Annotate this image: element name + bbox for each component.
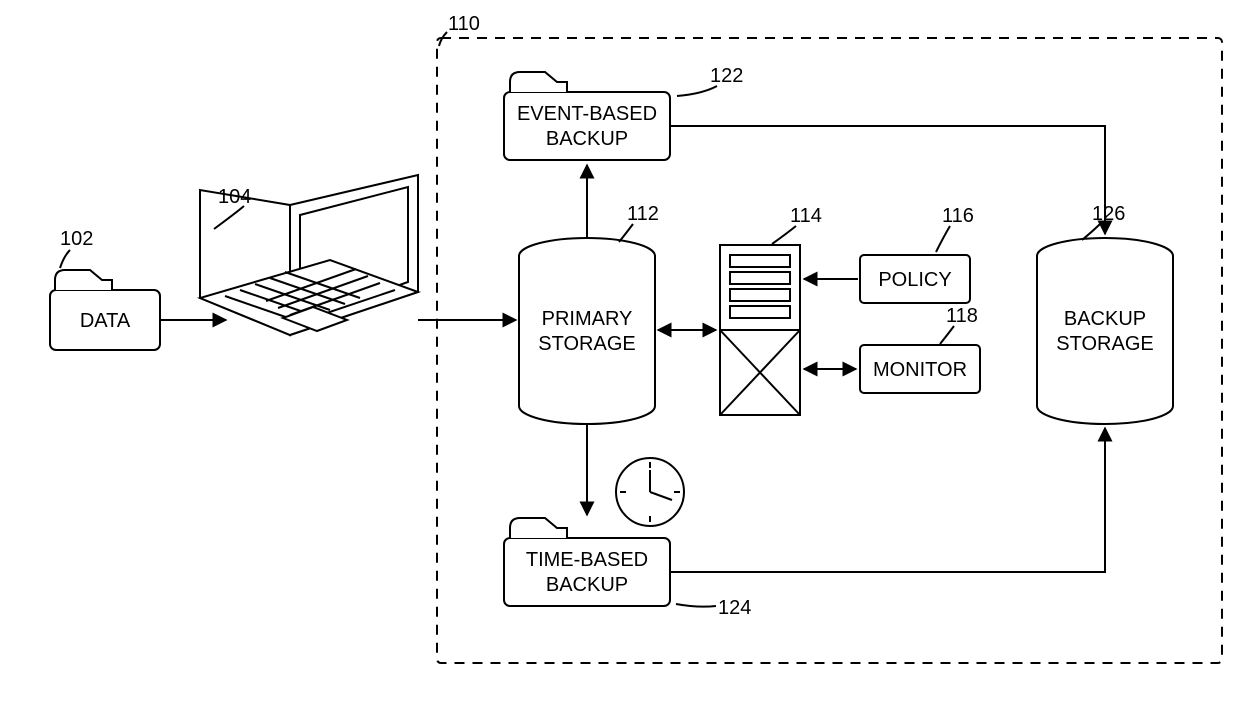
ref-policy: 116 (942, 205, 974, 227)
svg-text:POLICY: POLICY (878, 269, 951, 291)
svg-text:EVENT-BASED: EVENT-BASED (517, 103, 657, 125)
ref-system: 110 (448, 13, 480, 35)
event-backup-block: EVENT-BASED BACKUP (504, 72, 670, 160)
diagram-canvas: 110 DATA 102 104 PRIMARY STORAGE 112 BAC… (0, 0, 1240, 707)
arrow (670, 428, 1105, 572)
server-icon (720, 245, 800, 415)
svg-text:PRIMARY: PRIMARY (542, 308, 633, 330)
svg-text:TIME-BASED: TIME-BASED (526, 549, 648, 571)
ref-event: 122 (710, 65, 743, 87)
primary-storage: PRIMARY STORAGE (519, 238, 655, 424)
svg-text:MONITOR: MONITOR (873, 359, 967, 381)
ref-primary: 112 (627, 203, 659, 225)
ref-backup-storage: 126 (1092, 203, 1125, 225)
time-backup-block: TIME-BASED BACKUP (504, 518, 670, 606)
svg-text:STORAGE: STORAGE (1056, 333, 1153, 355)
svg-text:BACKUP: BACKUP (546, 574, 628, 596)
arrow (670, 126, 1105, 234)
ref-monitor: 118 (946, 305, 978, 327)
ref-time: 124 (718, 597, 751, 619)
data-label: DATA (80, 310, 131, 332)
ref-laptop: 104 (218, 186, 251, 208)
ref-server: 114 (790, 205, 822, 227)
ref-data: 102 (60, 228, 93, 250)
svg-text:STORAGE: STORAGE (538, 333, 635, 355)
data-block: DATA (50, 270, 160, 350)
svg-text:BACKUP: BACKUP (1064, 308, 1146, 330)
backup-storage: BACKUP STORAGE (1037, 238, 1173, 424)
svg-text:BACKUP: BACKUP (546, 128, 628, 150)
clock-icon (616, 458, 684, 526)
